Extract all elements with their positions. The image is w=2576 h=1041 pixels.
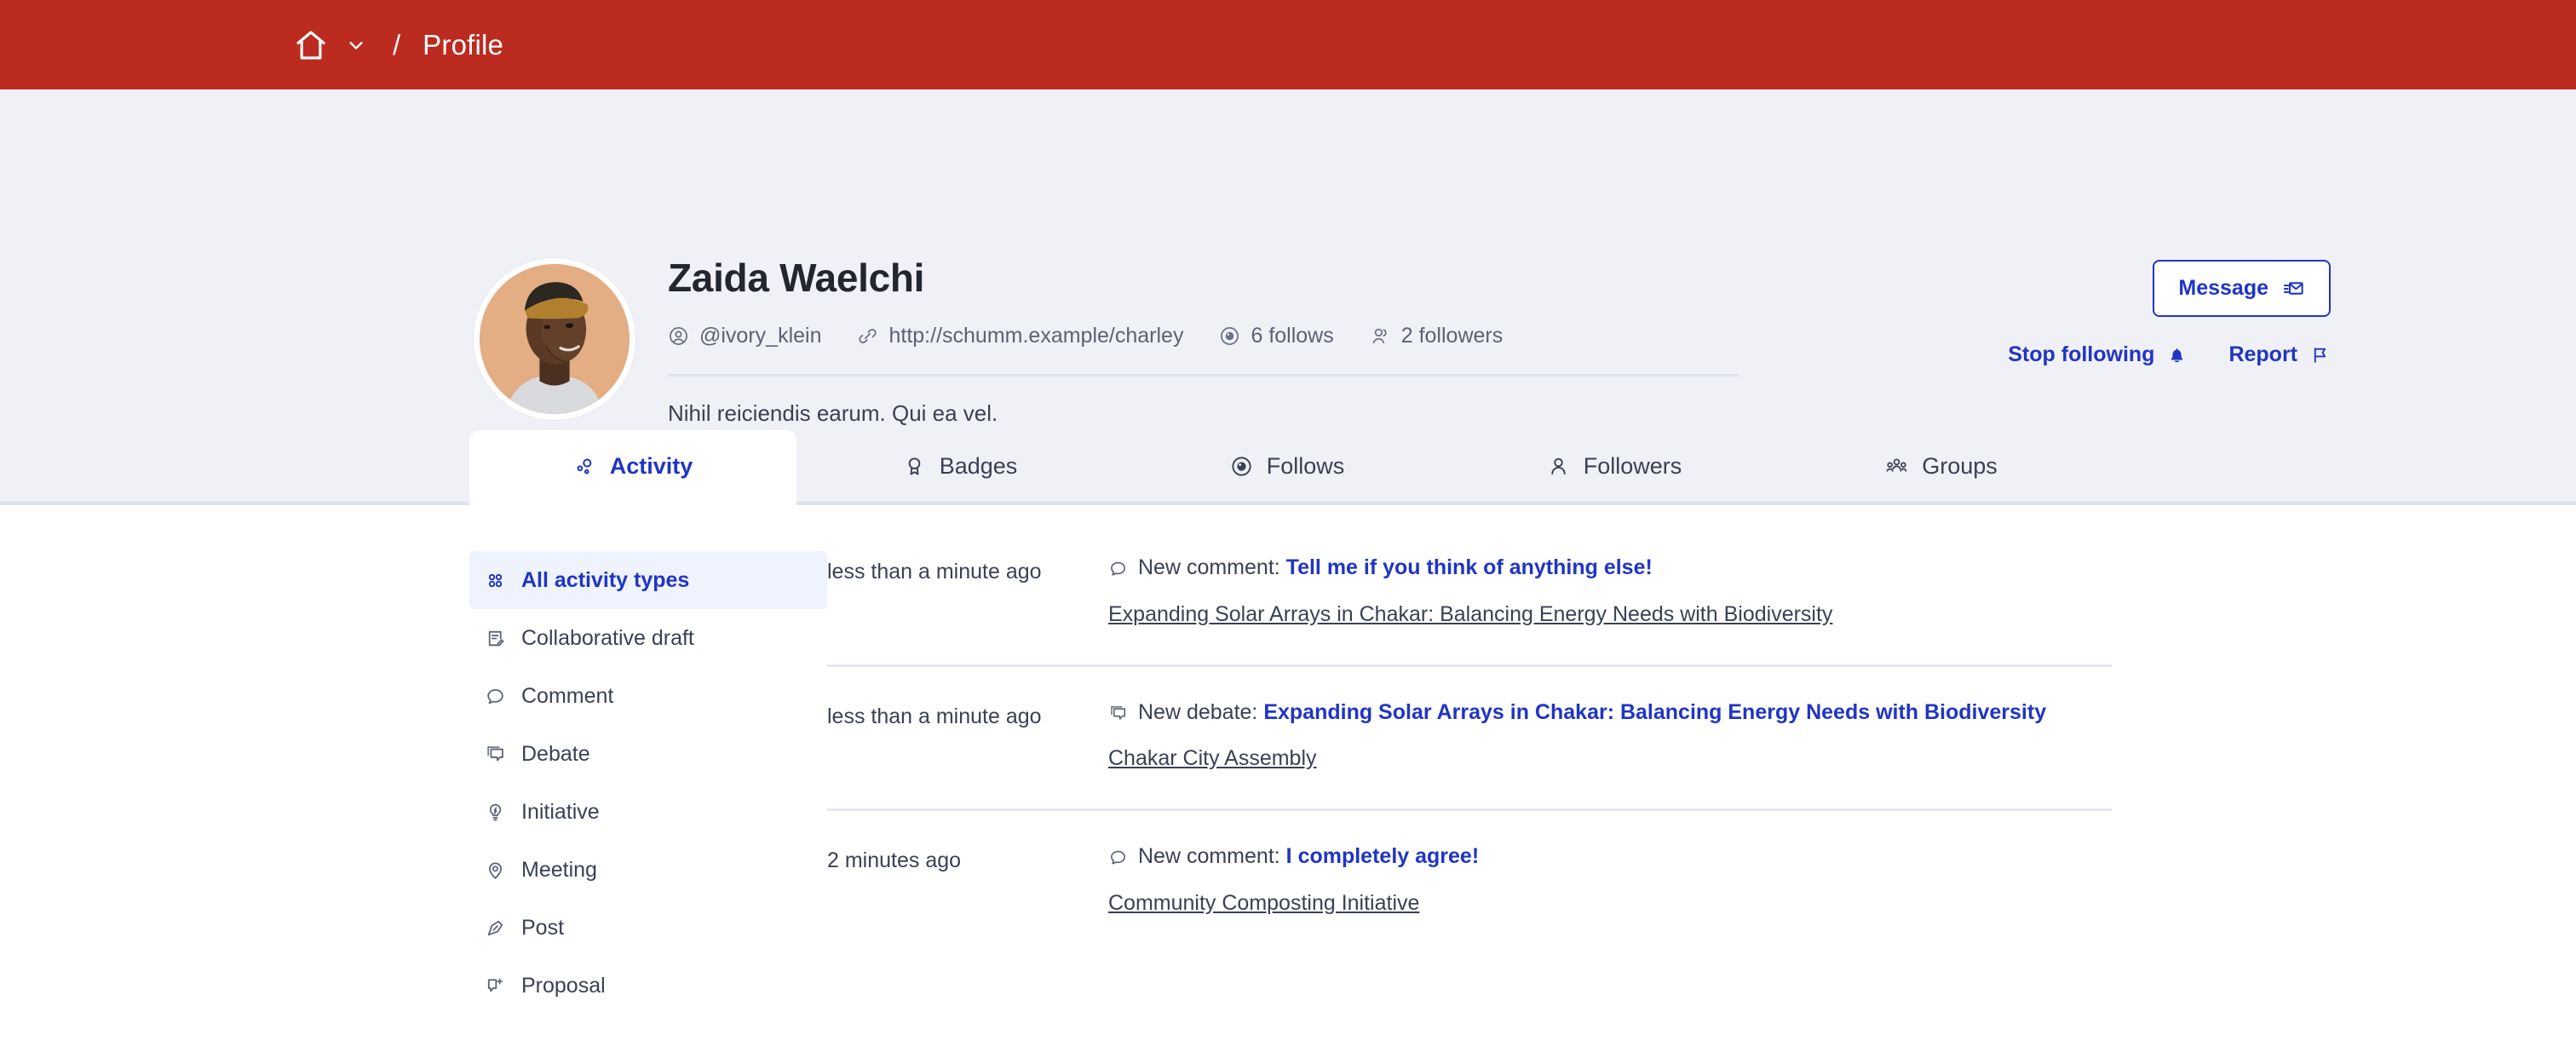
activity-title-link[interactable]: Expanding Solar Arrays in Chakar: Balanc… bbox=[1263, 700, 2046, 724]
tab-followers[interactable]: Followers bbox=[1451, 430, 1778, 502]
tab-follows[interactable]: Follows bbox=[1124, 430, 1451, 502]
lightbulb-icon bbox=[485, 802, 506, 823]
grid-icon bbox=[485, 570, 506, 591]
activity-item: less than a minute ago New debate: Expan… bbox=[827, 667, 2112, 812]
profile-bio: Nihil reiciendis earum. Qui ea vel. bbox=[668, 400, 1741, 427]
flag-icon bbox=[2309, 344, 2331, 365]
activity-action: New debate: bbox=[1138, 700, 1257, 724]
avatar[interactable] bbox=[474, 258, 635, 420]
tab-groups[interactable]: Groups bbox=[1778, 430, 2105, 502]
activity-feed: less than a minute ago New comment: Tell… bbox=[827, 505, 2576, 1041]
sidebar-item-label: Meeting bbox=[521, 858, 597, 883]
profile-nickname: @ivory_klein bbox=[668, 324, 821, 348]
sidebar-item-label: All activity types bbox=[521, 568, 689, 593]
profile-divider bbox=[668, 374, 1739, 377]
sidebar-item-collaborative-draft[interactable]: Collaborative draft bbox=[469, 609, 827, 667]
comment-icon bbox=[1108, 842, 1128, 867]
message-button[interactable]: Message bbox=[2153, 260, 2331, 317]
sidebar-item-label: Proposal bbox=[521, 974, 606, 998]
profile-action-links: Stop following Report bbox=[2008, 342, 2331, 367]
activity-context-link[interactable]: Expanding Solar Arrays in Chakar: Balanc… bbox=[1108, 602, 1832, 627]
activity-context-link[interactable]: Chakar City Assembly bbox=[1108, 746, 1317, 771]
profile-meta-row: @ivory_klein http://schumm.example/charl… bbox=[668, 324, 1741, 348]
profile-website-label: http://schumm.example/charley bbox=[888, 324, 1183, 348]
followers-icon bbox=[1547, 455, 1570, 478]
report-label: Report bbox=[2228, 342, 2297, 367]
debate-icon bbox=[1108, 698, 1128, 723]
map-pin-icon bbox=[485, 860, 506, 881]
sidebar-item-debate[interactable]: Debate bbox=[469, 725, 827, 783]
sidebar-item-label: Collaborative draft bbox=[521, 626, 694, 651]
activity-context-link[interactable]: Community Composting Initiative bbox=[1108, 891, 1419, 916]
tab-badges[interactable]: Badges bbox=[796, 430, 1124, 502]
sidebar-item-proposal[interactable]: Proposal bbox=[469, 957, 827, 1015]
breadcrumb-title: Profile bbox=[423, 29, 503, 61]
tab-activity[interactable]: Activity bbox=[469, 430, 796, 502]
activity-action: New comment: bbox=[1138, 555, 1280, 579]
activity-timestamp: less than a minute ago bbox=[827, 551, 1108, 627]
activity-filter-sidebar: All activity types Collaborative draft C… bbox=[469, 505, 827, 1041]
activity-title-link[interactable]: Tell me if you think of anything else! bbox=[1286, 555, 1653, 579]
sidebar-item-all-activity-types[interactable]: All activity types bbox=[469, 551, 827, 609]
avatar-image bbox=[480, 264, 630, 414]
home-icon bbox=[294, 28, 328, 62]
profile-website[interactable]: http://schumm.example/charley bbox=[857, 324, 1183, 348]
followers-icon bbox=[1370, 325, 1391, 347]
stop-following-button[interactable]: Stop following bbox=[2008, 342, 2188, 367]
profile-follows: 6 follows bbox=[1219, 324, 1333, 348]
bell-icon bbox=[2166, 344, 2188, 365]
comment-icon bbox=[1108, 553, 1128, 578]
groups-icon bbox=[1885, 455, 1908, 478]
activity-item: less than a minute ago New comment: Tell… bbox=[827, 551, 2112, 667]
profile-followers-label: 2 followers bbox=[1401, 324, 1504, 348]
stop-following-label: Stop following bbox=[2008, 342, 2154, 367]
user-circle-icon bbox=[668, 325, 689, 347]
profile-actions: Message Stop following bbox=[2008, 260, 2331, 367]
sidebar-item-initiative[interactable]: Initiative bbox=[469, 783, 827, 841]
activity-timestamp: less than a minute ago bbox=[827, 696, 1108, 772]
profile-info: Zaida Waelchi @ivory_klein bbox=[668, 256, 1741, 427]
tab-follows-label: Follows bbox=[1267, 453, 1345, 480]
sidebar-item-label: Post bbox=[521, 916, 564, 940]
follows-icon bbox=[1230, 455, 1253, 478]
sidebar-item-post[interactable]: Post bbox=[469, 899, 827, 957]
top-navigation-bar: / Profile bbox=[0, 0, 2576, 89]
profile-follows-label: 6 follows bbox=[1251, 324, 1333, 348]
debate-icon bbox=[485, 744, 506, 765]
badge-icon bbox=[903, 455, 926, 478]
pen-icon bbox=[485, 917, 506, 939]
sidebar-item-label: Debate bbox=[521, 742, 590, 767]
home-link[interactable] bbox=[294, 28, 328, 62]
activity-action: New comment: bbox=[1138, 844, 1280, 868]
profile-followers: 2 followers bbox=[1370, 324, 1504, 348]
follows-icon bbox=[1219, 325, 1240, 347]
document-edit-icon bbox=[485, 628, 506, 649]
sidebar-item-comment[interactable]: Comment bbox=[469, 667, 827, 725]
profile-tabs: Activity Badges Follows Followers bbox=[0, 430, 2576, 505]
profile-nickname-label: @ivory_klein bbox=[699, 324, 821, 348]
chevron-down-icon[interactable] bbox=[347, 36, 365, 55]
message-button-label: Message bbox=[2178, 276, 2268, 301]
breadcrumb-separator: / bbox=[393, 29, 400, 61]
activity-timestamp: 2 minutes ago bbox=[827, 840, 1108, 916]
sidebar-item-label: Comment bbox=[521, 684, 613, 709]
sidebar-item-meeting[interactable]: Meeting bbox=[469, 841, 827, 899]
report-button[interactable]: Report bbox=[2228, 342, 2331, 367]
envelope-icon bbox=[2282, 277, 2305, 300]
tab-followers-label: Followers bbox=[1584, 453, 1682, 480]
tab-groups-label: Groups bbox=[1922, 453, 1998, 480]
link-icon bbox=[857, 325, 878, 347]
proposal-icon bbox=[485, 975, 506, 997]
activity-item: 2 minutes ago New comment: I completely … bbox=[827, 811, 2112, 941]
tab-badges-label: Badges bbox=[940, 453, 1018, 480]
activity-icon bbox=[573, 455, 596, 478]
comment-icon bbox=[485, 686, 506, 707]
profile-content: All activity types Collaborative draft C… bbox=[0, 505, 2576, 1041]
profile-header: Zaida Waelchi @ivory_klein bbox=[0, 89, 2576, 430]
tab-activity-label: Activity bbox=[610, 453, 693, 480]
activity-title-link[interactable]: I completely agree! bbox=[1286, 844, 1479, 868]
sidebar-item-label: Initiative bbox=[521, 800, 600, 825]
page-title: Zaida Waelchi bbox=[668, 256, 1741, 300]
